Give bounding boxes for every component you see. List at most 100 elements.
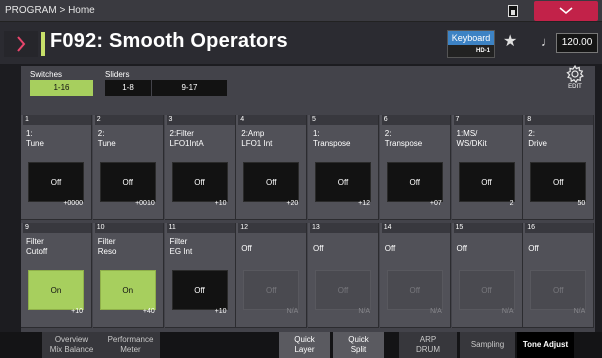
tab-overview-mix-balance[interactable]: Overview Mix Balance xyxy=(42,332,101,358)
switch-cell: 13 Off Off N/A xyxy=(308,223,379,328)
tab-quick-layer[interactable]: Quick Layer xyxy=(279,332,330,358)
gear-icon xyxy=(566,64,584,84)
tab-arp-drum[interactable]: ARP DRUM xyxy=(399,332,457,358)
chevron-down-icon xyxy=(559,7,573,15)
sliders-range-1-button[interactable]: 1-8 xyxy=(105,80,151,96)
switch-cell: 15 Off Off N/A xyxy=(451,223,523,328)
main-panel: Switches Sliders 1-16 1-8 9-17 EDIT 1 1: … xyxy=(0,64,602,332)
switch-toggle-button: Off xyxy=(386,270,443,310)
sliders-range-2-button[interactable]: 9-17 xyxy=(152,80,227,96)
cell-parameter-name: 1:MS/ WS/DKit xyxy=(456,129,487,148)
switch-cell: 4 2:Amp LFO1 Int Off +20 xyxy=(236,115,308,220)
cell-parameter-name: Off xyxy=(528,244,539,253)
cell-value: +12 xyxy=(358,200,370,207)
cell-parameter-name: Filter Cutoff xyxy=(26,237,48,256)
switch-toggle-button[interactable]: Off xyxy=(171,162,228,202)
cell-number: 5 xyxy=(310,115,378,125)
cell-number: 6 xyxy=(381,115,450,125)
cell-parameter-name: 2: Drive xyxy=(528,129,547,148)
cell-parameter-name: 1: Transpose xyxy=(313,129,351,148)
status-bar: PROGRAM > Home xyxy=(0,0,602,22)
switch-cell: 5 1: Transpose Off +12 xyxy=(308,115,379,220)
cell-number: 2 xyxy=(94,115,163,125)
cell-parameter-name: Off xyxy=(384,244,396,253)
cell-number: 14 xyxy=(381,223,450,233)
tab-sampling[interactable]: Sampling xyxy=(460,332,515,358)
switch-toggle-button[interactable]: Off xyxy=(99,162,156,202)
switch-toggle-button[interactable]: Off xyxy=(458,162,515,202)
bottom-tab-bar: Overview Mix Balance Performance Meter Qui… xyxy=(0,332,602,358)
battery-icon xyxy=(508,5,518,17)
quarter-note-icon: ♩ xyxy=(541,34,554,49)
switch-toggle-button[interactable]: Off xyxy=(243,162,300,202)
category-badge[interactable]: Keyboard HD-1 xyxy=(447,30,495,58)
breadcrumb: PROGRAM > Home xyxy=(5,5,95,16)
cell-parameter-name: 1: Tune xyxy=(26,129,44,148)
switch-toggle-button: Off xyxy=(243,270,300,310)
switch-cell: 6 2: Transpose Off +07 xyxy=(379,115,451,220)
cell-parameter-name: Off xyxy=(313,244,324,253)
cell-number: 8 xyxy=(525,115,594,125)
tab-quick-split[interactable]: Quick Split xyxy=(333,332,384,358)
cell-parameter-name: 2: Tune xyxy=(97,129,116,148)
accent-bar xyxy=(41,32,45,56)
switch-toggle-button[interactable]: On xyxy=(28,270,84,310)
cell-parameter-name: Off xyxy=(241,244,252,253)
switch-toggle-button[interactable]: On xyxy=(99,270,156,310)
switch-cell: 1 1: Tune Off +0000 xyxy=(21,115,92,220)
cell-number: 13 xyxy=(310,223,378,233)
cell-value: +20 xyxy=(286,200,299,207)
switch-toggle-button[interactable]: Off xyxy=(386,162,443,202)
star-icon[interactable]: ★ xyxy=(503,34,517,50)
cell-parameter-name: 2:Amp LFO1 Int xyxy=(241,129,273,148)
sliders-label: Sliders xyxy=(105,70,130,79)
switch-toggle-button[interactable]: Off xyxy=(315,162,371,202)
cell-value: +40 xyxy=(142,308,155,315)
cell-value: +10 xyxy=(71,308,83,315)
cell-parameter-name: 2: Transpose xyxy=(384,129,423,148)
page-menu-button[interactable] xyxy=(534,1,598,21)
switches-label: Switches xyxy=(30,70,63,79)
switches-range-button[interactable]: 1-16 xyxy=(30,80,93,96)
cell-value: N/A xyxy=(501,308,514,315)
cell-value: +07 xyxy=(429,200,442,207)
cell-number: 1 xyxy=(23,115,91,125)
edit-button[interactable]: EDIT xyxy=(557,64,593,98)
tab-performance-meter[interactable]: Performance Meter xyxy=(101,332,160,358)
cell-parameter-name: Off xyxy=(456,244,468,253)
switch-cell: 11 Filter EG Int Off +10 xyxy=(164,223,236,328)
switch-toggle-button: Off xyxy=(458,270,515,310)
switch-cell: 2 2: Tune Off +0010 xyxy=(92,115,164,220)
tab-tone-adjust[interactable]: Tone Adjust xyxy=(517,332,574,358)
switch-cell: 8 2: Drive Off 50 xyxy=(523,115,595,220)
switch-cell: 10 Filter Reso On +40 xyxy=(92,223,164,328)
cell-value: N/A xyxy=(430,308,442,315)
cell-parameter-name: Filter EG Int xyxy=(169,237,193,256)
switch-cell: 14 Off Off N/A xyxy=(379,223,451,328)
tempo-field[interactable]: 120.00 xyxy=(556,33,598,53)
cell-parameter-name: 2:Filter LFO1IntA xyxy=(169,129,204,148)
cell-value: +0010 xyxy=(135,200,155,207)
switch-cell: 9 Filter Cutoff On +10 xyxy=(21,223,92,328)
cell-number: 9 xyxy=(23,223,91,233)
cell-number: 4 xyxy=(238,115,307,125)
program-title[interactable]: F092: Smooth Operators xyxy=(50,30,288,53)
program-header: F092: Smooth Operators Keyboard HD-1 ★ ♩… xyxy=(0,22,602,64)
cell-value: 2 xyxy=(509,200,514,207)
category-sub-label: HD-1 xyxy=(475,48,490,54)
cell-value: +0000 xyxy=(63,200,83,207)
program-select-button[interactable] xyxy=(4,31,38,57)
cell-parameter-name: Filter Reso xyxy=(97,237,117,256)
category-label: Keyboard xyxy=(448,31,494,45)
switch-cell: 7 1:MS/ WS/DKit Off 2 xyxy=(451,115,523,220)
switch-toggle-button[interactable]: Off xyxy=(530,162,587,202)
switch-toggle-button[interactable]: Off xyxy=(28,162,84,202)
cell-number: 10 xyxy=(94,223,163,233)
switch-toggle-button[interactable]: Off xyxy=(171,270,228,310)
cell-value: N/A xyxy=(286,308,299,315)
switch-cell: 12 Off Off N/A xyxy=(236,223,308,328)
chevron-right-icon xyxy=(17,36,26,52)
switch-toggle-button: Off xyxy=(315,270,371,310)
cell-value: 50 xyxy=(577,200,586,207)
cell-number: 15 xyxy=(453,223,522,233)
